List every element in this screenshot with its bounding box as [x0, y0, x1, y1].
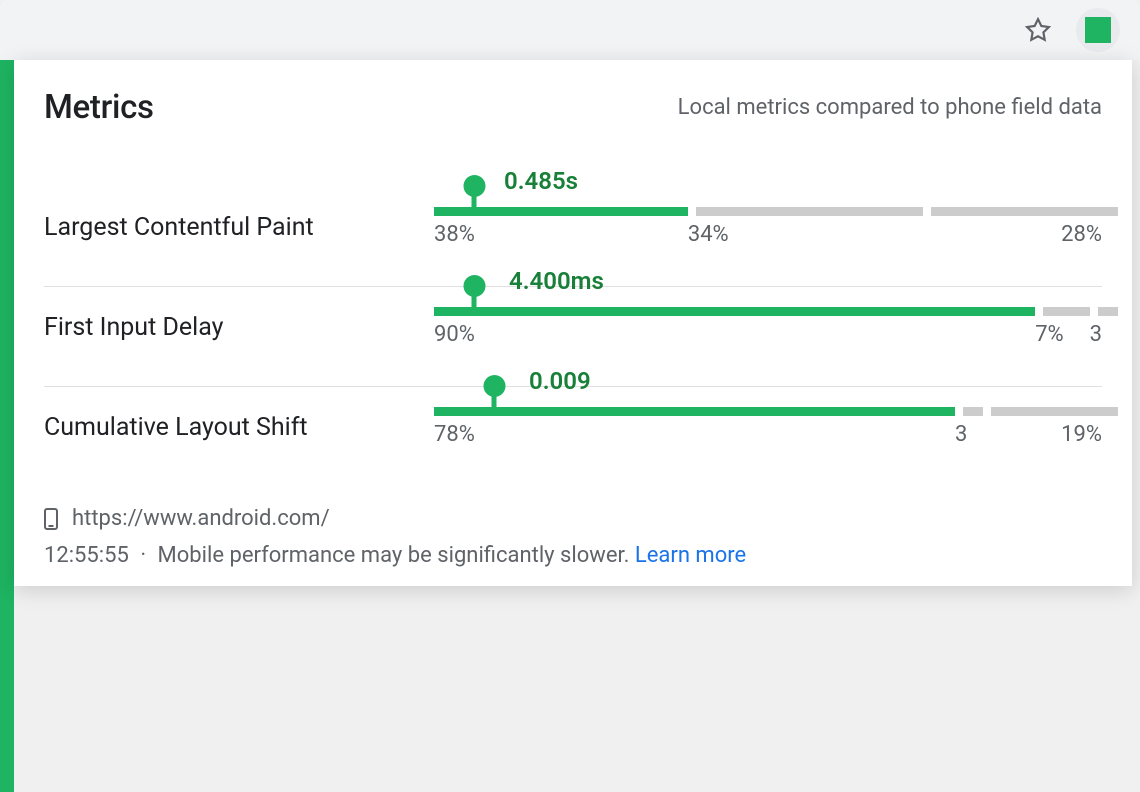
metric-bar: 0.00978%319% [434, 407, 1102, 448]
browser-toolbar [0, 0, 1140, 60]
panel-header: Metrics Local metrics compared to phone … [44, 88, 1102, 127]
segment-mid [696, 207, 923, 216]
percent-label: 3 [955, 422, 967, 447]
distribution-track [434, 307, 1102, 316]
panel-subtitle: Local metrics compared to phone field da… [678, 95, 1102, 120]
segment-poor [1098, 307, 1118, 316]
metric-value: 4.400ms [509, 267, 604, 295]
marker-icon [492, 385, 497, 416]
segment-poor [931, 207, 1118, 216]
bookmark-star-icon[interactable] [1016, 8, 1060, 52]
segment-good [434, 407, 955, 416]
metric-bar: 0.485s38%34%28% [434, 207, 1102, 248]
percent-label: 28% [1061, 222, 1102, 247]
segment-mid [963, 407, 983, 416]
segment-good [434, 307, 1035, 316]
distribution-track [434, 207, 1102, 216]
percent-label: 19% [1061, 422, 1102, 447]
metrics-panel: Metrics Local metrics compared to phone … [14, 60, 1132, 586]
metric-value: 0.485s [504, 167, 578, 195]
metric-row: Cumulative Layout Shift0.00978%319% [44, 387, 1102, 486]
status-row: 12:55:55 · Mobile performance may be sig… [44, 543, 1102, 568]
percent-label: 34% [688, 222, 729, 247]
metric-name: Cumulative Layout Shift [44, 413, 434, 442]
timestamp: 12:55:55 [44, 543, 129, 568]
percent-label: 78% [434, 422, 475, 447]
extension-status-indicator [1085, 17, 1111, 43]
panel-title: Metrics [44, 88, 154, 127]
percent-label: 38% [434, 222, 475, 247]
marker-icon [472, 285, 477, 316]
distribution-track [434, 407, 1102, 416]
learn-more-link[interactable]: Learn more [635, 543, 746, 568]
metric-bar: 4.400ms90%7%3 [434, 307, 1102, 348]
percent-label: 3 [1090, 322, 1102, 347]
segment-mid [1043, 307, 1090, 316]
percent-label: 90% [434, 322, 475, 347]
metric-name: Largest Contentful Paint [44, 213, 434, 242]
separator: · [140, 543, 146, 568]
panel-footer: https://www.android.com/ 12:55:55 · Mobi… [44, 506, 1102, 568]
metric-name: First Input Delay [44, 313, 434, 342]
percent-labels: 78% 3 19% [434, 422, 1102, 448]
metric-value: 0.009 [529, 367, 591, 395]
marker-icon [472, 185, 477, 216]
percent-labels: 90% 7% 3 [434, 322, 1102, 348]
percent-labels: 38% 34% 28% [434, 222, 1102, 248]
background-strip [0, 60, 14, 792]
url-text: https://www.android.com/ [72, 506, 330, 531]
warning-text: Mobile performance may be significantly … [158, 543, 630, 568]
url-row: https://www.android.com/ [44, 506, 1102, 531]
percent-label: 7% [1035, 322, 1063, 347]
phone-icon [44, 508, 58, 530]
segment-poor [991, 407, 1118, 416]
extension-badge-icon[interactable] [1076, 8, 1120, 52]
